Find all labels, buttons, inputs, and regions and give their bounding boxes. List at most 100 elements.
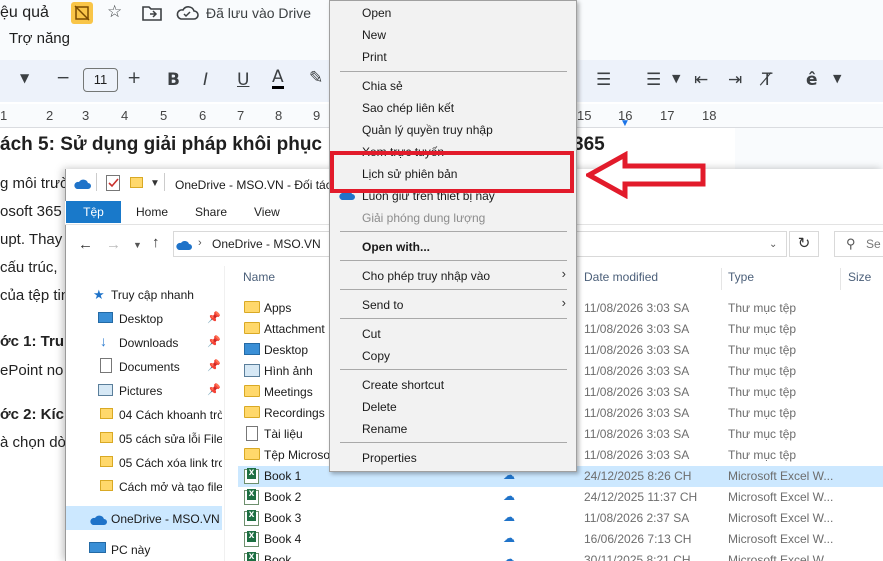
tab-share[interactable]: Share [195, 205, 227, 219]
menu-item-open-with[interactable]: Open with... [362, 240, 430, 254]
chevron-down-icon[interactable]: ▼ [20, 71, 29, 85]
star-icon[interactable]: ☆ [107, 2, 122, 22]
folder-icon [100, 480, 113, 491]
cloud-saved-icon [175, 4, 199, 27]
menu-item-new[interactable]: New [362, 28, 386, 42]
column-header-size[interactable]: Size [848, 270, 871, 284]
menu-item-free-space[interactable]: Giải phóng dung lượng [362, 211, 485, 225]
file-name[interactable]: Book 3 [264, 511, 301, 525]
menu-item-copy[interactable]: Copy [362, 349, 390, 363]
pin-icon[interactable]: 📌 [207, 311, 221, 324]
italic-icon[interactable]: I [203, 70, 208, 90]
excel-icon [244, 552, 259, 561]
doc-paragraph-line: osoft 365 [0, 203, 62, 220]
menu-item-share[interactable]: Chia sẻ [362, 79, 403, 93]
menu-item-give-access[interactable]: Cho phép truy nhập vào [362, 269, 490, 283]
nav-item-pictures[interactable]: Pictures [119, 384, 162, 398]
up-arrow-icon[interactable]: ↑ [152, 234, 160, 251]
menu-item-properties[interactable]: Properties [362, 451, 417, 465]
file-name[interactable]: Meetings [264, 385, 313, 399]
doc-title[interactable]: ệu quả [0, 4, 49, 22]
move-folder-icon[interactable] [142, 4, 162, 27]
nav-item-quick-access[interactable]: Truy cập nhanh [111, 288, 194, 302]
clear-format-icon[interactable]: T̸ [762, 70, 772, 90]
menu-item-cut[interactable]: Cut [362, 327, 381, 341]
file-name[interactable]: Book 1 [264, 469, 301, 483]
file-name[interactable]: Attachment [264, 322, 325, 336]
back-arrow-icon[interactable]: ← [78, 236, 93, 253]
nav-item-desktop[interactable]: Desktop [119, 312, 163, 326]
decrease-font-button[interactable]: − [56, 68, 70, 88]
menu-separator [340, 369, 567, 370]
column-divider[interactable] [840, 268, 841, 290]
address-path[interactable]: OneDrive - MSO.VN [212, 237, 321, 251]
column-header-type[interactable]: Type [728, 270, 754, 284]
tab-home[interactable]: Home [136, 205, 168, 219]
column-header-name[interactable]: Name [243, 270, 275, 284]
file-name[interactable]: Tệp Microso [264, 448, 330, 462]
pin-icon[interactable]: 📌 [207, 359, 221, 372]
nav-item-onedrive[interactable]: OneDrive - MSO.VN - [111, 512, 222, 526]
doc-step2-heading: ớc 2: Kíc [0, 406, 65, 423]
search-placeholder: Se [866, 237, 881, 251]
nav-item-downloads[interactable]: Downloads [119, 336, 178, 350]
nav-item-folder[interactable]: 05 Cách xóa link tro [119, 456, 222, 470]
nav-item-folder[interactable]: Cách mở và tạo file [119, 480, 222, 494]
bullet-list-icon[interactable]: ☰ [596, 70, 611, 90]
increase-indent-icon[interactable]: ⇥ [728, 70, 742, 90]
nav-item-this-pc[interactable]: PC này [111, 543, 150, 557]
menu-accessibility[interactable]: Trợ năng [9, 30, 70, 47]
file-type: Thư mục tệp [728, 385, 797, 399]
menu-item-manage-access[interactable]: Quản lý quyền truy nhập [362, 123, 493, 137]
breadcrumb-chevron-icon[interactable]: › [198, 237, 202, 249]
text-color-icon[interactable]: A [272, 68, 284, 89]
menu-item-send-to[interactable]: Send to [362, 298, 403, 312]
menu-item-copy-link[interactable]: Sao chép liên kết [362, 101, 454, 115]
address-dropdown-icon[interactable]: ⌄ [769, 239, 777, 250]
list-chevron-icon[interactable]: ▼ [672, 72, 680, 85]
properties-check-icon[interactable] [106, 175, 120, 191]
menu-item-rename[interactable]: Rename [362, 422, 407, 436]
desktop-icon [244, 343, 260, 355]
menu-separator [340, 289, 567, 290]
doc-badge-icon[interactable] [71, 2, 93, 24]
file-name[interactable]: Hình ảnh [264, 364, 313, 378]
nav-item-documents[interactable]: Documents [119, 360, 180, 374]
recent-chevron-icon[interactable]: ▼ [133, 240, 142, 250]
input-tools-icon[interactable]: ê [806, 70, 818, 90]
increase-font-button[interactable]: + [127, 68, 141, 88]
nav-item-folder[interactable]: 04 Cách khoanh trò [119, 408, 222, 422]
forward-arrow-icon[interactable]: → [106, 236, 121, 253]
menu-item-delete[interactable]: Delete [362, 400, 397, 414]
file-name[interactable]: Recordings [264, 406, 325, 420]
file-name[interactable]: Apps [264, 301, 291, 315]
menu-item-create-shortcut[interactable]: Create shortcut [362, 378, 444, 392]
numbered-list-icon[interactable]: ☰ [646, 70, 661, 90]
underline-icon[interactable]: U [237, 70, 249, 90]
file-name[interactable]: Desktop [264, 343, 308, 357]
bold-icon[interactable]: B [167, 70, 180, 90]
new-folder-icon[interactable] [130, 177, 143, 188]
refresh-button[interactable]: ↻ [789, 231, 819, 257]
file-name[interactable]: Book 4 [264, 532, 301, 546]
nav-item-folder[interactable]: 05 cách sửa lỗi File l [119, 432, 222, 446]
menu-separator [340, 71, 567, 72]
quick-access-chevron-icon[interactable]: ▼ [150, 178, 160, 189]
more-chevron-icon[interactable]: ▼ [833, 72, 841, 85]
font-size-input[interactable]: 11 [83, 68, 118, 92]
pin-icon[interactable]: 📌 [207, 335, 221, 348]
column-divider[interactable] [721, 268, 722, 290]
menu-item-print[interactable]: Print [362, 50, 387, 64]
file-name[interactable]: Book [264, 553, 291, 561]
tab-file[interactable]: Tệp [66, 201, 121, 223]
highlight-pen-icon[interactable]: ✎ [309, 68, 323, 88]
menu-item-open[interactable]: Open [362, 6, 391, 20]
tab-view[interactable]: View [254, 205, 280, 219]
file-name[interactable]: Book 2 [264, 490, 301, 504]
star-icon: ★ [93, 287, 105, 302]
decrease-indent-icon[interactable]: ⇤ [694, 70, 708, 90]
pin-icon[interactable]: 📌 [207, 383, 221, 396]
cloud-status-icon: ☁ [503, 510, 515, 524]
file-name[interactable]: Tài liệu [264, 427, 303, 441]
column-header-date[interactable]: Date modified [584, 270, 658, 284]
